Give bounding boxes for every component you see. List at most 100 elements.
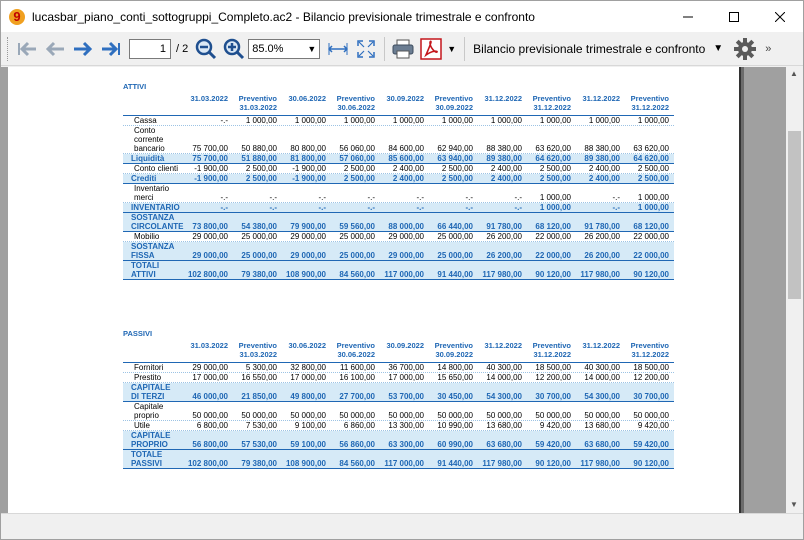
- table-cell: 18 500,00: [535, 363, 571, 372]
- table-cell: 29 000,00: [388, 232, 424, 241]
- table-cell: 26 200,00: [584, 232, 620, 241]
- row-label-line: Cassa: [134, 116, 157, 125]
- table-cell: 7 530,00: [245, 421, 277, 430]
- minimize-button[interactable]: [665, 1, 711, 32]
- toolbar-separator: [384, 36, 386, 61]
- table-cell: 11 600,00: [340, 363, 375, 372]
- table-cell: -.-: [269, 193, 277, 202]
- fit-width-button[interactable]: [324, 35, 352, 63]
- vertical-scrollbar[interactable]: ▲ ▼: [786, 67, 803, 513]
- table-cell: -.-: [220, 203, 228, 212]
- table-cell: 16 100,00: [339, 373, 375, 382]
- table-cell: 84 560,00: [339, 270, 375, 279]
- table-cell: 13 680,00: [584, 421, 620, 430]
- row-label-line: PASSIVI: [131, 459, 162, 468]
- maximize-button[interactable]: [711, 1, 757, 32]
- row-label-line: corrente: [134, 135, 164, 144]
- page-number-input[interactable]: 1: [129, 38, 171, 59]
- toolbar-separator: [464, 36, 466, 61]
- table-cell: 108 900,00: [285, 270, 326, 279]
- col-header: 30.09.2022: [386, 341, 424, 350]
- table-cell: 50 000,00: [290, 411, 326, 420]
- table-cell: 50 000,00: [241, 411, 277, 420]
- col-header: 31.12.2022: [484, 341, 522, 350]
- table-cell: 89 380,00: [584, 154, 620, 163]
- table-row: Liquidità 75 700,00 51 880,00 81 800,00 57 0…: [123, 154, 674, 164]
- scroll-up-icon[interactable]: ▲: [790, 69, 798, 78]
- row-label-line: Crediti: [131, 174, 157, 183]
- row-label: TOTALI ATTIVI: [123, 261, 181, 279]
- print-button[interactable]: [389, 35, 417, 63]
- table-row: INVENTARIO -.- -.- -.- -.- -.- -.- -.- 1 000,00 -…: [123, 203, 674, 213]
- table-cell: 1 000,00: [245, 116, 277, 125]
- zoom-select[interactable]: 85.0% ▼: [248, 38, 321, 59]
- table-cell: 60 990,00: [437, 440, 473, 449]
- table-cell: 2 400,00: [588, 164, 620, 173]
- last-page-icon: [102, 41, 120, 56]
- row-label-line: ATTIVI: [131, 270, 156, 279]
- scroll-down-icon[interactable]: ▼: [790, 500, 798, 509]
- row-label-line: Fornitori: [134, 363, 164, 372]
- pdf-export-button[interactable]: [417, 35, 445, 63]
- row-label-line: CAPITALE: [131, 431, 171, 440]
- table-row: TOTALE PASSIVI 102 800,00 79 380,00 108 900,…: [123, 450, 674, 469]
- document-viewport[interactable]: ATTIVI 31.03.2022 Preventivo 31.03.2022 3…: [1, 67, 786, 513]
- table-cell: 117 980,00: [482, 270, 522, 279]
- app-window: 9 lucasbar_piano_conti_sottogruppi_Compl…: [0, 0, 804, 540]
- table-cell: 12 200,00: [535, 373, 571, 382]
- toolbar-overflow-icon[interactable]: »: [765, 43, 771, 55]
- table-cell: -.-: [269, 203, 277, 212]
- report-select[interactable]: Bilancio previsionale trimestrale e conf…: [469, 38, 727, 60]
- table-cell: 29 000,00: [192, 363, 228, 372]
- col-header: Preventivo 30.06.2022: [336, 94, 375, 112]
- col-header: 31.03.2022: [190, 94, 228, 103]
- table-cell: 1 000,00: [637, 203, 669, 212]
- table-cell: 56 800,00: [192, 440, 228, 449]
- zoom-in-button[interactable]: [220, 35, 248, 63]
- table-cell: 2 500,00: [245, 164, 277, 173]
- table-cell: 50 000,00: [339, 411, 375, 420]
- fit-page-button[interactable]: [352, 35, 380, 63]
- table-cell: -.-: [318, 193, 326, 202]
- table-cell: 1 000,00: [637, 193, 669, 202]
- table-cell: 66 440,00: [437, 222, 473, 231]
- table-cell: 25 000,00: [437, 251, 473, 260]
- row-label: Prestito: [123, 373, 181, 382]
- table-cell: 49 800,00: [290, 392, 326, 401]
- table-cell: 2 500,00: [637, 164, 669, 173]
- table-cell: 26 200,00: [486, 232, 522, 241]
- page-shadow: [741, 67, 744, 513]
- scrollbar-thumb[interactable]: [788, 131, 801, 299]
- attivi-title: ATTIVI: [123, 82, 147, 91]
- first-page-button[interactable]: [13, 35, 41, 63]
- table-cell: 50 000,00: [535, 411, 571, 420]
- zoom-in-icon: [223, 38, 245, 59]
- table-cell: 30 700,00: [535, 392, 571, 401]
- previous-page-button[interactable]: [41, 35, 69, 63]
- table-cell: 73 800,00: [192, 222, 228, 231]
- table-cell: 91 440,00: [437, 270, 473, 279]
- table-cell: -1 900,00: [194, 164, 228, 173]
- col-header: Preventivo 30.06.2022: [336, 341, 375, 359]
- settings-button[interactable]: [731, 35, 759, 63]
- banana-app-icon: 9: [9, 8, 25, 25]
- zoom-out-button[interactable]: [192, 35, 220, 63]
- table-cell: -.-: [367, 193, 375, 202]
- close-button[interactable]: [757, 1, 803, 32]
- last-page-button[interactable]: [97, 35, 125, 63]
- col-header: Preventivo 31.12.2022: [630, 94, 669, 112]
- table-cell: -.-: [416, 203, 424, 212]
- table-cell: 9 420,00: [539, 421, 571, 430]
- table-row: Conto clienti -1 900,00 2 500,00 -1 900,00 2…: [123, 164, 674, 174]
- pdf-options-chevron-icon[interactable]: ▼: [447, 44, 456, 54]
- table-cell: 14 800,00: [437, 363, 473, 372]
- next-page-button[interactable]: [69, 35, 97, 63]
- row-label: Conto clienti: [123, 164, 181, 173]
- table-cell: 2 500,00: [637, 174, 669, 183]
- table-cell: 22 000,00: [535, 232, 571, 241]
- table-cell: 21 850,00: [241, 392, 277, 401]
- table-cell: 54 380,00: [241, 222, 277, 231]
- table-cell: -1 900,00: [194, 174, 228, 183]
- fit-width-icon: [328, 42, 349, 55]
- col-header: 31.03.2022: [190, 341, 228, 350]
